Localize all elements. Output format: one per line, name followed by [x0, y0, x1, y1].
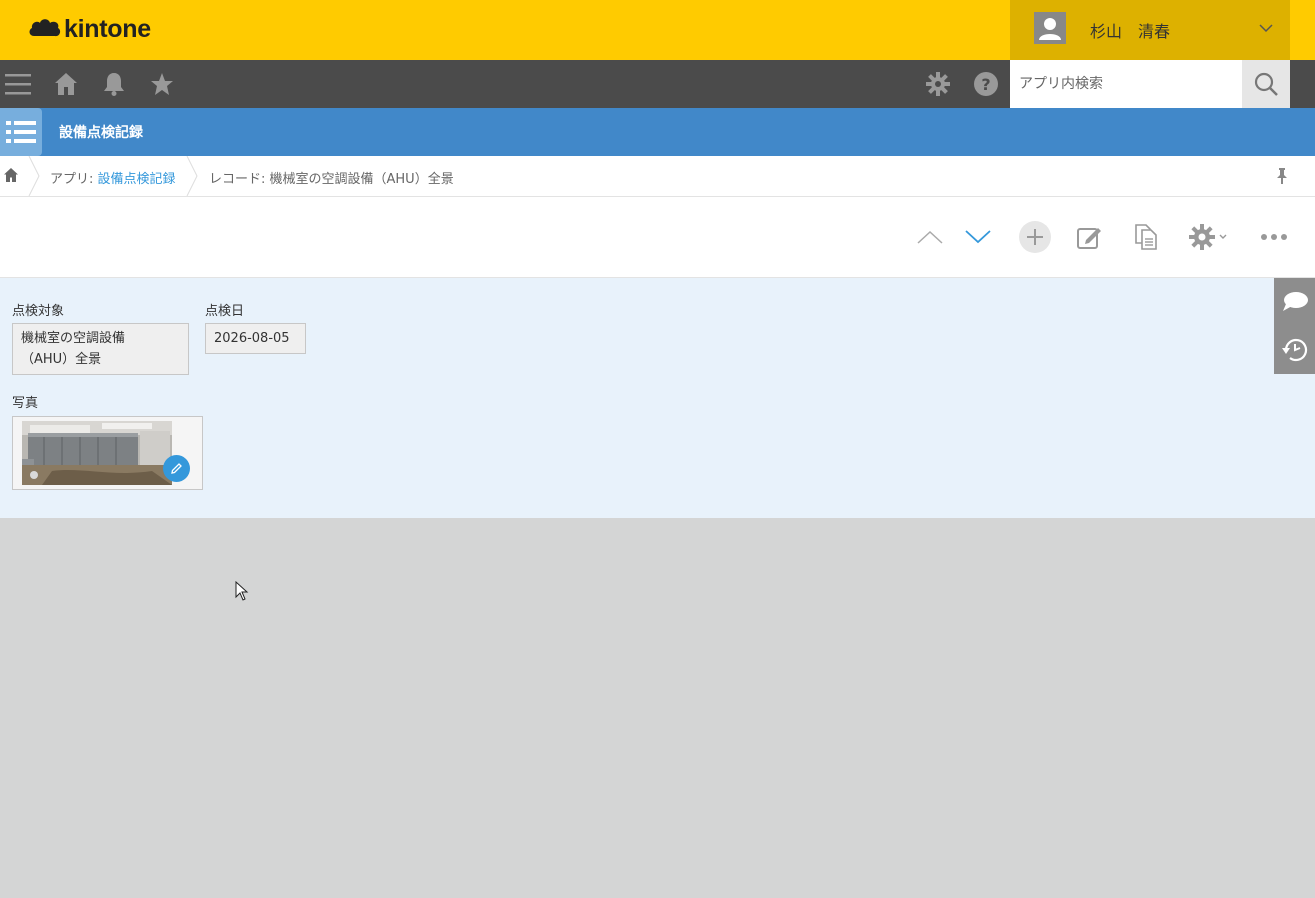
- target-value-line2: （AHU）全景: [21, 352, 102, 367]
- edit-record-button[interactable]: [1071, 219, 1107, 255]
- pin-icon[interactable]: [1274, 167, 1290, 185]
- side-panel-tabs: [1274, 278, 1315, 374]
- gear-icon[interactable]: [924, 70, 952, 98]
- breadcrumb-separator: [28, 156, 40, 196]
- date-field-value: 2026-08-05: [205, 323, 306, 354]
- search-button[interactable]: [1242, 60, 1290, 108]
- breadcrumb-app-link[interactable]: 設備点検記録: [98, 172, 176, 187]
- app-search-box: [1010, 60, 1242, 108]
- navbar-edge: [1290, 60, 1315, 108]
- breadcrumb-app: アプリ: 設備点検記録: [50, 168, 176, 187]
- plus-icon: [1019, 221, 1051, 253]
- previous-record-button[interactable]: [912, 219, 948, 255]
- copy-icon: [1135, 224, 1157, 250]
- star-icon[interactable]: [148, 70, 176, 98]
- date-field-label: 点検日: [205, 304, 245, 319]
- photo-thumbnail[interactable]: [22, 421, 172, 485]
- history-icon: [1281, 338, 1307, 362]
- add-record-button[interactable]: [1017, 219, 1053, 255]
- breadcrumb-separator: [186, 156, 198, 196]
- user-name: 杉山 清春: [1090, 22, 1171, 41]
- chevron-down-icon: [965, 230, 991, 244]
- history-tab[interactable]: [1274, 326, 1315, 374]
- mouse-cursor-icon: [235, 581, 249, 601]
- comment-icon: [1282, 292, 1308, 311]
- gear-icon: [1189, 224, 1227, 250]
- bell-icon[interactable]: [100, 70, 128, 98]
- menu-icon[interactable]: [4, 70, 32, 98]
- user-menu[interactable]: 杉山 清春: [1010, 0, 1290, 60]
- comments-tab[interactable]: [1274, 278, 1315, 326]
- ellipsis-icon: [1261, 234, 1287, 240]
- svg-text:?: ?: [981, 75, 990, 94]
- breadcrumb-app-prefix: アプリ:: [50, 172, 98, 187]
- global-header: kintone 杉山 清春: [0, 0, 1315, 60]
- target-field-value: 機械室の空調設備 （AHU）全景: [12, 323, 189, 375]
- record-settings-button[interactable]: [1185, 219, 1233, 255]
- more-options-button[interactable]: [1256, 219, 1292, 255]
- photo-field: [12, 416, 203, 490]
- logo-text: kintone: [64, 14, 151, 43]
- chevron-down-icon: [1259, 24, 1273, 33]
- search-input[interactable]: [1010, 60, 1242, 108]
- breadcrumb-record: レコード: 機械室の空調設備（AHU）全景: [209, 172, 454, 187]
- home-icon[interactable]: [4, 168, 18, 182]
- pencil-icon: [171, 463, 182, 474]
- app-header-bar: [0, 108, 1315, 156]
- home-icon[interactable]: [52, 70, 80, 98]
- search-icon: [1254, 72, 1278, 96]
- photo-field-label: 写真: [12, 396, 39, 411]
- help-icon[interactable]: ?: [972, 70, 1000, 98]
- app-title[interactable]: 設備点検記録: [59, 122, 143, 142]
- breadcrumb: アプリ: 設備点検記録 レコード: 機械室の空調設備（AHU）全景: [0, 156, 1315, 197]
- chevron-up-icon: [917, 230, 943, 244]
- record-list-icon[interactable]: [0, 108, 42, 156]
- edit-photo-button[interactable]: [163, 455, 190, 482]
- cloud-logo-icon: [29, 19, 61, 37]
- next-record-button[interactable]: [960, 219, 996, 255]
- user-avatar-icon: [1034, 12, 1066, 44]
- edit-icon: [1077, 228, 1101, 249]
- duplicate-record-button[interactable]: [1128, 219, 1164, 255]
- record-toolbar: [0, 197, 1315, 278]
- target-value-line1: 機械室の空調設備: [21, 331, 126, 346]
- record-detail: 点検対象 機械室の空調設備 （AHU）全景 点検日 2026-08-05 写真: [0, 278, 1315, 518]
- target-field-label: 点検対象: [12, 304, 65, 319]
- kintone-logo[interactable]: kintone: [28, 14, 151, 44]
